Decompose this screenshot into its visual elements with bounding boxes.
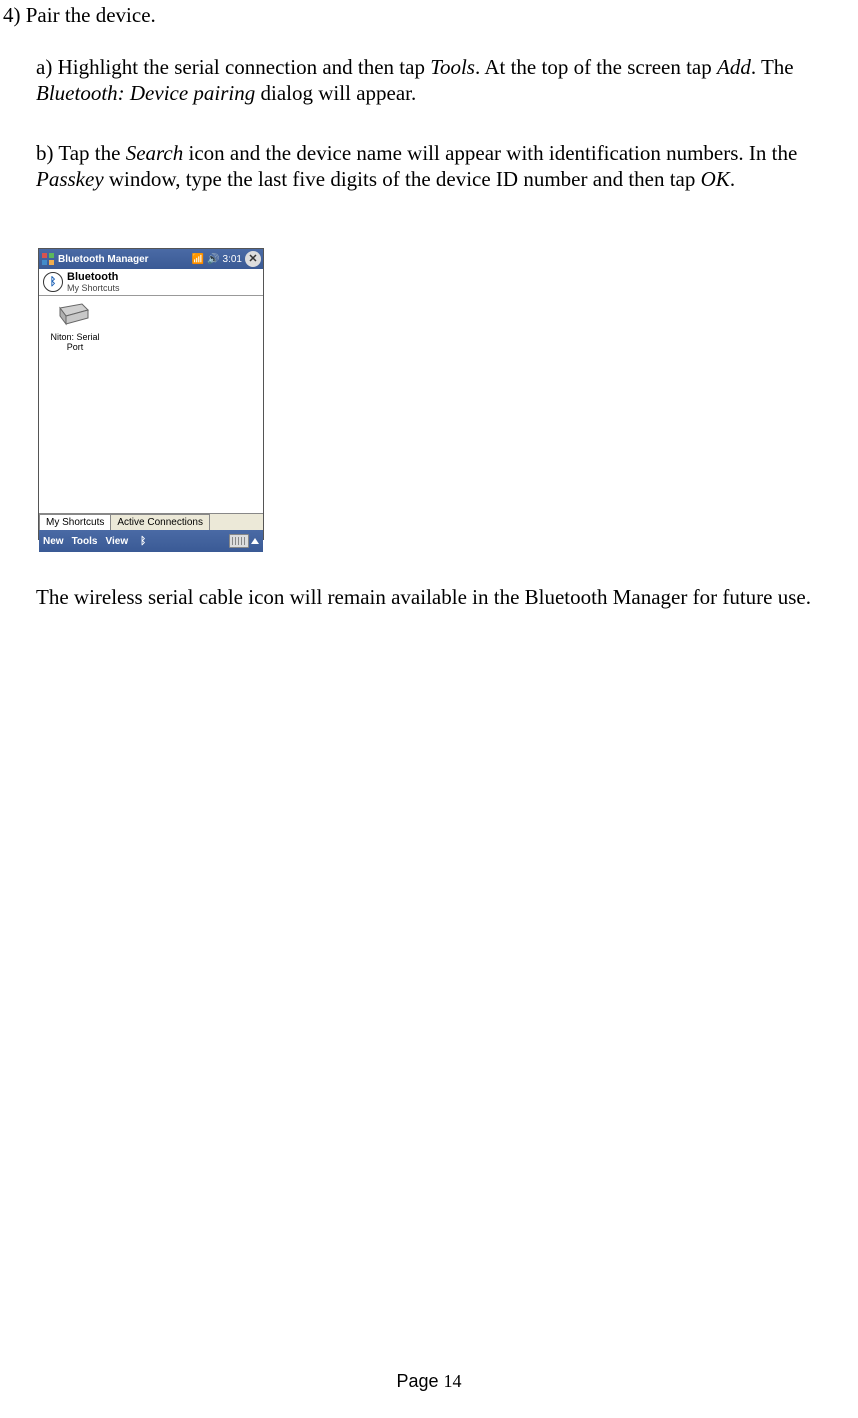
- text: . At the top of the screen tap: [475, 55, 717, 79]
- bluetooth-manager-screenshot: Bluetooth Manager 📶 🔊 3:01 ✕ ᛒ Bluetooth…: [38, 248, 264, 540]
- text: dialog will appear.: [255, 81, 416, 105]
- device-label: Niton: Serial Port: [45, 332, 105, 352]
- bottom-menubar: New Tools View ᛒ: [39, 530, 263, 552]
- close-button[interactable]: ✕: [245, 251, 261, 267]
- menu-view[interactable]: View: [106, 536, 129, 547]
- keyboard-icon[interactable]: [229, 534, 249, 548]
- text: .: [730, 167, 735, 191]
- page-number-value: 14: [444, 1371, 462, 1391]
- menu-new[interactable]: New: [43, 536, 64, 547]
- header-title: Bluetooth: [67, 271, 120, 283]
- bluetooth-header-text: Bluetooth My Shortcuts: [67, 271, 120, 293]
- page-label: Page: [396, 1371, 443, 1391]
- shortcuts-area[interactable]: Niton: Serial Port: [39, 296, 263, 513]
- window-title: Bluetooth Manager: [58, 254, 192, 265]
- bluetooth-header: ᛒ Bluetooth My Shortcuts: [39, 269, 263, 296]
- substep-a: a) Highlight the serial connection and t…: [36, 54, 850, 107]
- volume-icon[interactable]: 🔊: [207, 254, 219, 265]
- text: a) Highlight the serial connection and t…: [36, 55, 430, 79]
- header-subtitle: My Shortcuts: [67, 283, 120, 293]
- page-number: Page 14: [0, 1371, 858, 1392]
- text: b) Tap the: [36, 141, 126, 165]
- text: window, type the last five digits of the…: [104, 167, 701, 191]
- connectivity-icon[interactable]: 📶: [192, 254, 204, 265]
- passkey-ref: Passkey: [36, 167, 104, 191]
- clock-time: 3:01: [223, 254, 242, 265]
- menu-tools[interactable]: Tools: [72, 536, 98, 547]
- tab-strip: My Shortcuts Active Connections: [39, 513, 263, 530]
- serial-port-icon: [56, 302, 94, 330]
- add-ref: Add: [717, 55, 751, 79]
- text: icon and the device name will appear wit…: [183, 141, 797, 165]
- step-4-heading: 4) Pair the device.: [3, 2, 156, 28]
- tab-active-connections[interactable]: Active Connections: [110, 514, 210, 530]
- text: . The: [751, 55, 794, 79]
- ok-ref: OK: [701, 167, 730, 191]
- bluetooth-icon: ᛒ: [43, 272, 63, 292]
- dialog-ref: Bluetooth: Device pairing: [36, 81, 255, 105]
- tab-my-shortcuts[interactable]: My Shortcuts: [39, 514, 111, 530]
- substep-b: b) Tap the Search icon and the device na…: [36, 140, 850, 193]
- search-ref: Search: [126, 141, 184, 165]
- input-toggle-arrow-icon[interactable]: [251, 538, 259, 544]
- bluetooth-status-icon[interactable]: ᛒ: [140, 536, 146, 547]
- device-shortcut[interactable]: Niton: Serial Port: [45, 302, 105, 352]
- tools-ref: Tools: [430, 55, 475, 79]
- concluding-text: The wireless serial cable icon will rema…: [36, 584, 844, 610]
- windows-start-icon[interactable]: [41, 252, 55, 266]
- window-titlebar: Bluetooth Manager 📶 🔊 3:01 ✕: [39, 249, 263, 269]
